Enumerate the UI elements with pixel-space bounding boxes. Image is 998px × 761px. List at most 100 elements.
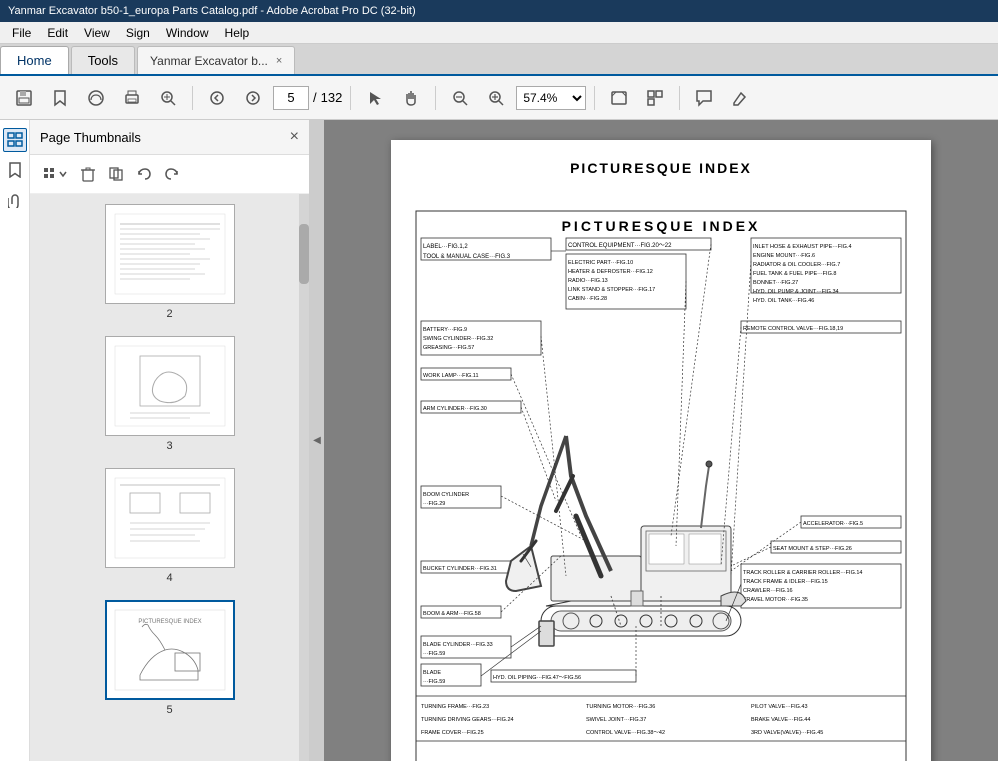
thumbnail-page-5[interactable]: PICTURESQUE INDEX 5	[30, 590, 309, 722]
sidebar-scrollbar[interactable]	[299, 194, 309, 761]
prev-page-button[interactable]	[201, 82, 233, 114]
sidebar-scrollbar-thumb[interactable]	[299, 224, 309, 284]
thumbnail-image-2	[105, 204, 235, 304]
sidebar-close-button[interactable]: ×	[290, 128, 299, 146]
zoom-in-icon	[487, 89, 505, 107]
svg-text:BOOM CYLINDER: BOOM CYLINDER	[423, 492, 469, 498]
menu-file[interactable]: File	[4, 24, 39, 42]
svg-text:CONTROL EQUIPMENT···FIG.20～22: CONTROL EQUIPMENT···FIG.20～22	[568, 243, 672, 249]
sidebar-header: Page Thumbnails ×	[30, 120, 309, 155]
zoom-out-button[interactable]	[444, 82, 476, 114]
menu-sign[interactable]: Sign	[118, 24, 158, 42]
toolbar-separator-4	[594, 86, 595, 110]
svg-text:HYD. OIL PIPING···FIG.47～FIG.5: HYD. OIL PIPING···FIG.47～FIG.56	[493, 675, 581, 681]
tab-bar: Home Tools Yanmar Excavator b... ×	[0, 44, 998, 76]
svg-text:RADIATOR & OIL COOLER···FIG.7: RADIATOR & OIL COOLER···FIG.7	[753, 262, 840, 268]
menu-edit[interactable]: Edit	[39, 24, 76, 42]
hand-icon	[403, 90, 419, 106]
svg-text:BATTERY···FIG.9: BATTERY···FIG.9	[423, 327, 467, 333]
thumbnail-page-2[interactable]: 2	[30, 194, 309, 326]
svg-text:TOOL & MANUAL CASE···FIG.3: TOOL & MANUAL CASE···FIG.3	[423, 254, 511, 260]
svg-text:WORK LAMP···FIG.11: WORK LAMP···FIG.11	[423, 373, 479, 379]
thumbnails-container[interactable]: 2 3	[30, 194, 309, 761]
svg-text:···FIG.59: ···FIG.59	[423, 651, 445, 657]
svg-text:SWING CYLINDER···FIG.32: SWING CYLINDER···FIG.32	[423, 336, 493, 342]
menu-view[interactable]: View	[76, 24, 118, 42]
tab-tools[interactable]: Tools	[71, 46, 135, 74]
title-text: Yanmar Excavator b50-1_europa Parts Cata…	[8, 5, 416, 17]
svg-text:3RD VALVE(VALVE)···FIG.45: 3RD VALVE(VALVE)···FIG.45	[751, 730, 823, 736]
share-icon	[87, 89, 105, 107]
svg-text:BRAKE VALVE···FIG.44: BRAKE VALVE···FIG.44	[751, 717, 810, 723]
toolbar-separator-3	[435, 86, 436, 110]
svg-text:ELECTRIC PART···FIG.10: ELECTRIC PART···FIG.10	[568, 260, 633, 266]
svg-text:HYD. OIL TANK···FIG.46: HYD. OIL TANK···FIG.46	[753, 298, 814, 304]
markup-button[interactable]	[724, 82, 756, 114]
svg-text:HEATER & DEFROSTER···FIG.12: HEATER & DEFROSTER···FIG.12	[568, 269, 653, 275]
comment-icon	[695, 89, 713, 107]
zoom-select[interactable]: 57.4% 50% 75% 100% 125% 150%	[516, 86, 586, 110]
print-button[interactable]	[116, 82, 148, 114]
page-number-input[interactable]	[273, 86, 309, 110]
bookmark-icon	[51, 89, 69, 107]
svg-text:CABIN···FIG.28: CABIN···FIG.28	[568, 296, 607, 302]
comment-button[interactable]	[688, 82, 720, 114]
sidebar: Page Thumbnails ×	[30, 120, 310, 761]
next-page-button[interactable]	[237, 82, 269, 114]
svg-text:TURNING FRAME···FIG.23: TURNING FRAME···FIG.23	[421, 704, 489, 710]
sidebar-delete-button[interactable]	[76, 161, 100, 187]
bookmarks-icon[interactable]	[3, 158, 27, 182]
save-button[interactable]	[8, 82, 40, 114]
cursor-tool-button[interactable]	[359, 82, 391, 114]
sidebar-options-button[interactable]	[38, 161, 72, 187]
thumbnail-label-3: 3	[166, 440, 172, 452]
svg-text:INLET HOSE & EXHAUST PIPE···FI: INLET HOSE & EXHAUST PIPE···FIG.4	[753, 244, 852, 250]
svg-text:FRAME COVER···FIG.25: FRAME COVER···FIG.25	[421, 730, 484, 736]
zoom-in-button[interactable]	[480, 82, 512, 114]
thumbnails-icon[interactable]	[3, 128, 27, 152]
prev-page-icon	[209, 90, 225, 106]
arrange-button[interactable]	[639, 82, 671, 114]
tab-home[interactable]: Home	[0, 46, 69, 74]
svg-text:LINK STAND & STOPPER···FIG.17: LINK STAND & STOPPER···FIG.17	[568, 287, 655, 293]
tab-document[interactable]: Yanmar Excavator b... ×	[137, 46, 295, 74]
fit-page-icon	[610, 89, 628, 107]
menu-window[interactable]: Window	[158, 24, 217, 42]
svg-text:TRAVEL MOTOR···FIG.35: TRAVEL MOTOR···FIG.35	[743, 597, 808, 603]
pdf-area[interactable]: PICTURESQUE INDEX PICTURESQUE INDEX LABE…	[324, 120, 998, 761]
collapse-handle[interactable]: ◀	[310, 120, 324, 761]
thumbnail-image-4	[105, 468, 235, 568]
page-separator: /	[313, 90, 317, 105]
svg-text:PICTURESQUE INDEX: PICTURESQUE INDEX	[562, 218, 761, 234]
svg-text:RADIO···FIG.13: RADIO···FIG.13	[568, 278, 608, 284]
svg-text:···FIG.59: ···FIG.59	[423, 679, 445, 685]
svg-text:BUCKET CYLINDER···FIG.31: BUCKET CYLINDER···FIG.31	[423, 566, 497, 572]
print-icon	[123, 89, 141, 107]
page-nav: / 132	[273, 86, 342, 110]
sidebar-undo-button[interactable]	[132, 161, 156, 187]
menu-help[interactable]: Help	[217, 24, 258, 42]
main-area: Page Thumbnails ×	[0, 120, 998, 761]
sidebar-extract-button[interactable]	[104, 161, 128, 187]
thumbnail-label-2: 2	[166, 308, 172, 320]
fit-page-button[interactable]	[603, 82, 635, 114]
toolbar: / 132 57.4% 50% 75% 100% 125% 150%	[0, 76, 998, 120]
sidebar-toolbar	[30, 155, 309, 194]
enhance-button[interactable]	[152, 82, 184, 114]
tab-close-button[interactable]: ×	[276, 55, 282, 67]
thumbnail-page-3[interactable]: 3	[30, 326, 309, 458]
hand-tool-button[interactable]	[395, 82, 427, 114]
thumbnail-image-5: PICTURESQUE INDEX	[105, 600, 235, 700]
arrange-icon	[646, 89, 664, 107]
svg-text:TRACK FRAME & IDLER···FIG.15: TRACK FRAME & IDLER···FIG.15	[743, 579, 828, 585]
thumbnail-page-4[interactable]: 4	[30, 458, 309, 590]
svg-text:BOOM & ARM···FIG.58: BOOM & ARM···FIG.58	[423, 611, 481, 617]
svg-text:BONNET···FIG.27: BONNET···FIG.27	[753, 280, 798, 286]
bookmark-button[interactable]	[44, 82, 76, 114]
save-icon	[15, 89, 33, 107]
sidebar-redo-button[interactable]	[160, 161, 184, 187]
attachments-icon[interactable]	[3, 188, 27, 212]
share-button[interactable]	[80, 82, 112, 114]
svg-text:BLADE: BLADE	[423, 670, 441, 676]
svg-text:ACCELERATOR···FIG.5: ACCELERATOR···FIG.5	[803, 521, 863, 527]
